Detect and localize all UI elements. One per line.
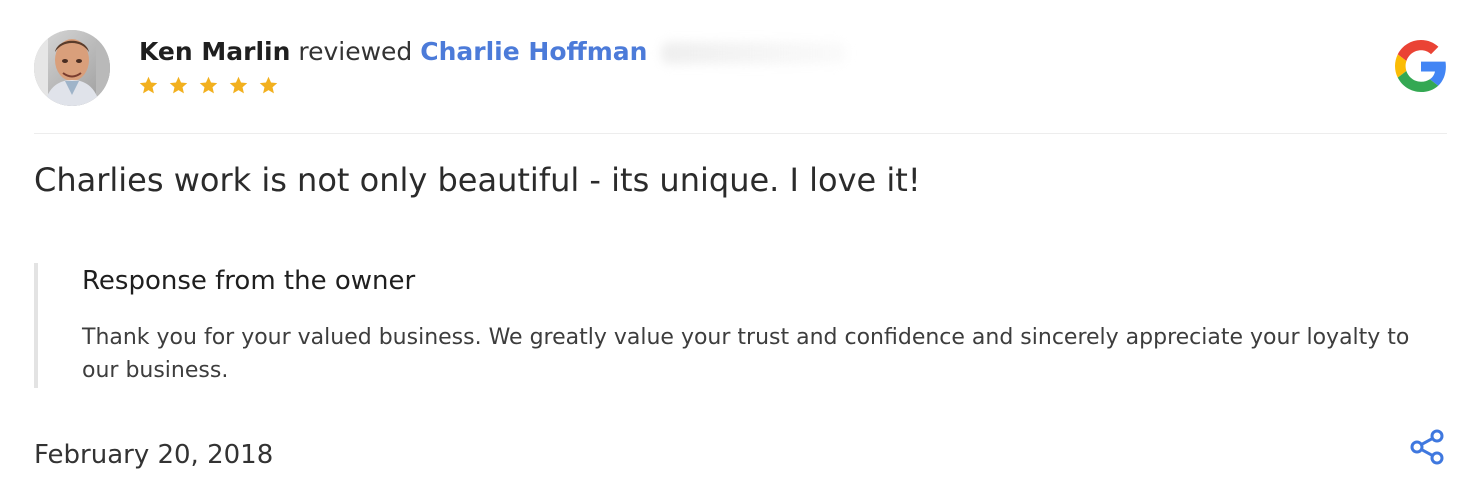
business-link[interactable]: Charlie Hoffman (420, 37, 647, 66)
owner-response-title: Response from the owner (82, 266, 416, 296)
review-card: Ken Marlin reviewed Charlie Hoffman Char… (0, 0, 1477, 504)
review-action-text: reviewed (298, 37, 413, 66)
star-icon (198, 75, 219, 96)
reviewer-name[interactable]: Ken Marlin (139, 37, 290, 66)
star-icon (138, 75, 159, 96)
review-header: Ken Marlin reviewed Charlie Hoffman (34, 30, 1447, 110)
star-rating (138, 75, 279, 101)
owner-response-text: Thank you for your valued business. We g… (82, 325, 1410, 383)
star-icon (168, 75, 189, 96)
star-icon (258, 75, 279, 96)
header-divider (34, 133, 1447, 134)
review-body: Charlies work is not only beautiful - it… (34, 161, 921, 199)
blurred-business-suffix (661, 42, 847, 64)
share-icon[interactable] (1409, 428, 1445, 466)
star-icon (228, 75, 249, 96)
review-date: February 20, 2018 (34, 440, 274, 470)
owner-response: Response from the owner Thank you for yo… (34, 263, 1414, 388)
reviewer-line: Ken Marlin reviewed Charlie Hoffman (139, 36, 847, 68)
google-icon[interactable] (1395, 40, 1447, 92)
avatar-image (34, 30, 110, 106)
avatar[interactable] (34, 30, 110, 106)
